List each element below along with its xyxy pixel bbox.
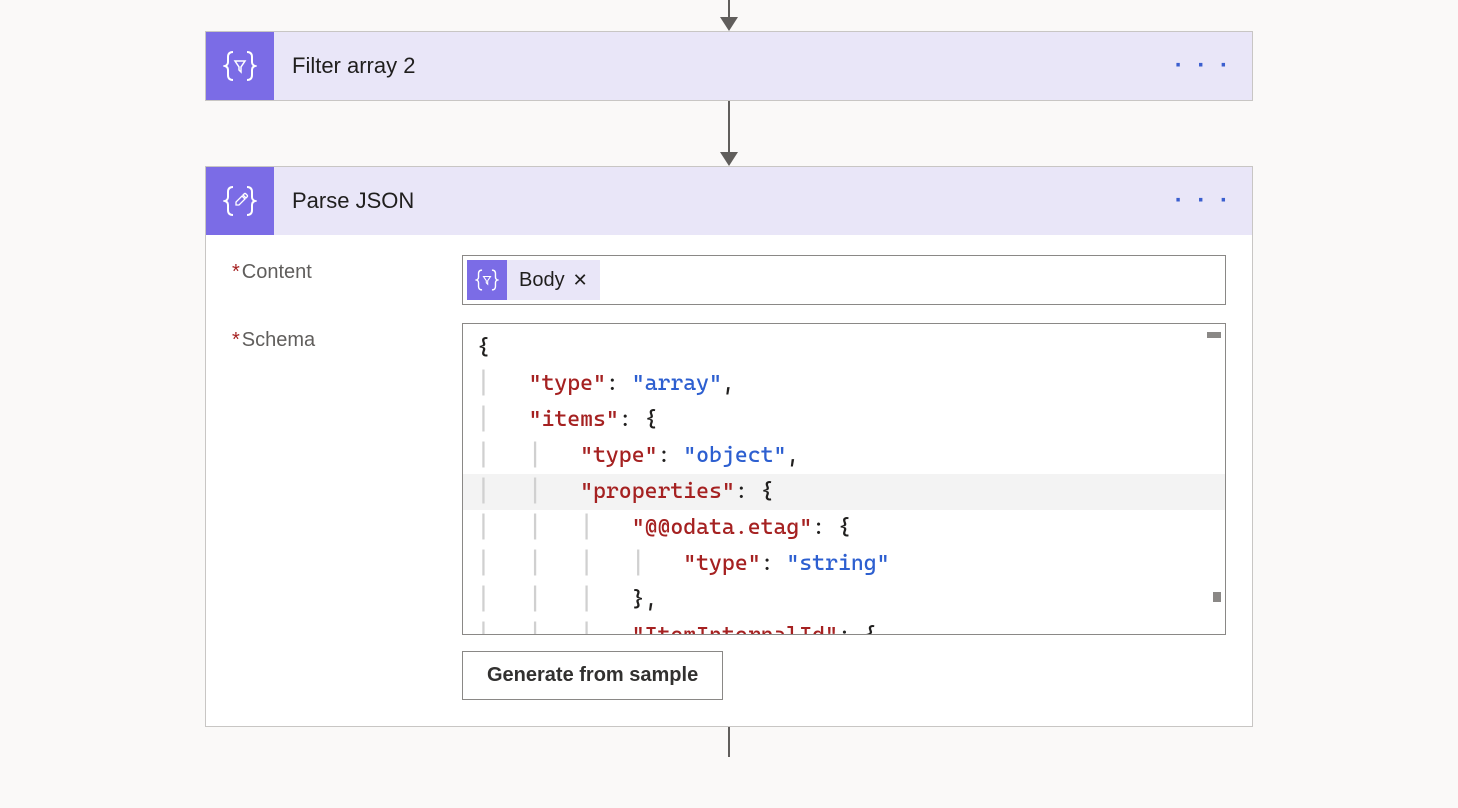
token-remove-icon[interactable]: ✕ — [573, 270, 588, 291]
content-input[interactable]: Body ✕ — [462, 255, 1226, 305]
parse-json-header[interactable]: Parse JSON · · · — [206, 167, 1252, 235]
schema-editor[interactable]: { │ "type": "array", │ "items": { │ │ "t… — [462, 323, 1226, 635]
parse-json-menu[interactable]: · · · — [1155, 187, 1252, 215]
parse-json-title: Parse JSON — [292, 188, 1155, 214]
parse-json-card: Parse JSON · · · *Content — [205, 166, 1253, 727]
content-label: *Content — [232, 255, 462, 284]
filter-array-header[interactable]: Filter array 2 · · · — [206, 32, 1252, 100]
edit-brace-icon — [206, 167, 274, 235]
schema-scrollbar[interactable] — [1207, 332, 1221, 626]
filter-array-menu[interactable]: · · · — [1155, 52, 1252, 80]
flow-arrow-bottom — [728, 727, 730, 757]
filter-array-title: Filter array 2 — [292, 53, 1155, 79]
token-filter-icon — [467, 260, 507, 300]
generate-from-sample-button[interactable]: Generate from sample — [462, 651, 723, 700]
schema-label: *Schema — [232, 323, 462, 352]
body-token[interactable]: Body ✕ — [467, 260, 600, 300]
filter-brace-icon — [206, 32, 274, 100]
token-label: Body — [519, 269, 565, 292]
flow-arrow-middle — [720, 101, 738, 166]
filter-array-card: Filter array 2 · · · — [205, 31, 1253, 101]
flow-arrow-top — [720, 0, 738, 31]
